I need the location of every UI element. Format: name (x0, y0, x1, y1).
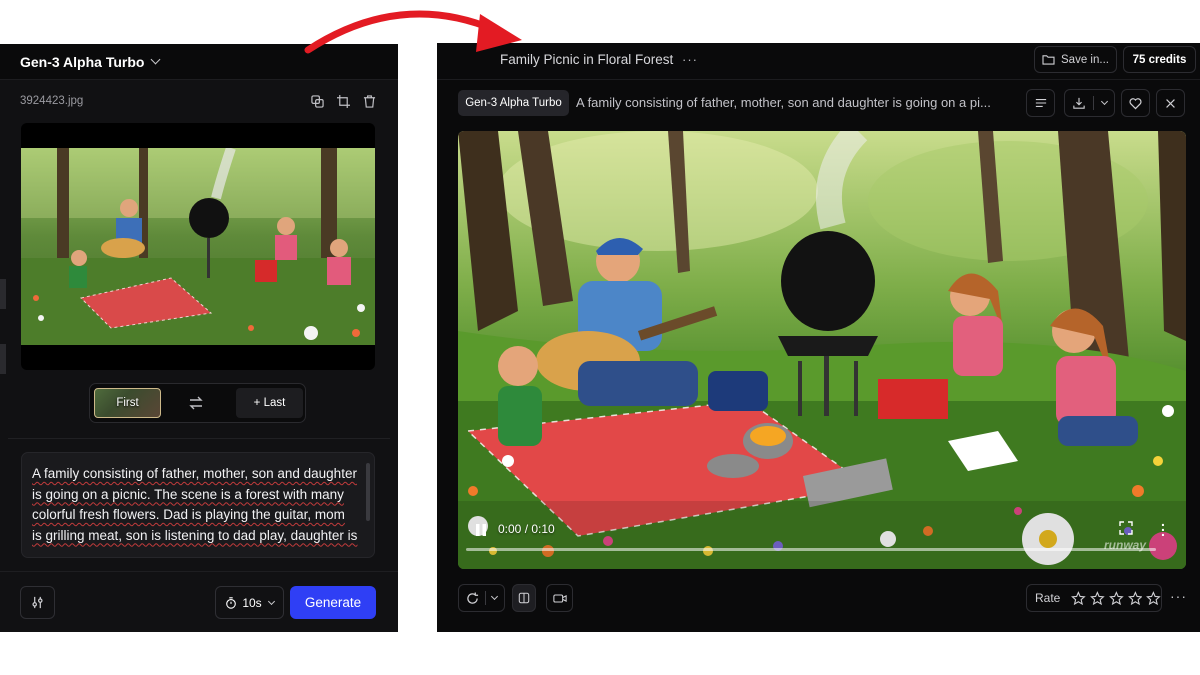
left-generation-panel: Gen-3 Alpha Turbo 3924423.jpg First + La… (0, 44, 398, 632)
save-in-button[interactable]: Save in... (1034, 46, 1117, 73)
video-time: 0:00 / 0:10 (498, 522, 555, 536)
chevron-down-icon (1100, 97, 1108, 106)
video-camera-button[interactable] (546, 584, 573, 612)
rating-control: Rate (1026, 584, 1162, 612)
model-title: Gen-3 Alpha Turbo (20, 53, 145, 70)
regenerate-button[interactable] (458, 584, 505, 612)
video-player[interactable]: 0:00 / 0:10 ... runway (458, 131, 1186, 569)
page: Gen-3 Alpha Turbo 3924423.jpg First + La… (0, 0, 1200, 675)
chevron-down-icon (267, 597, 275, 605)
prompt-preview[interactable]: A family consisting of father, mother, s… (576, 95, 1012, 110)
divider (0, 571, 398, 572)
star-icon[interactable] (1146, 590, 1161, 606)
model-chip: Gen-3 Alpha Turbo (458, 90, 569, 116)
video-progress-bar[interactable] (466, 548, 1156, 551)
download-button[interactable] (1064, 89, 1115, 117)
prompt-scrollbar[interactable] (366, 463, 370, 521)
crop-icon[interactable] (337, 94, 350, 108)
rate-label: Rate (1035, 591, 1061, 605)
right-result-panel: Family Picnic in Floral Forest ··· Save … (437, 43, 1200, 632)
list-icon (1035, 99, 1046, 107)
pause-icon[interactable] (474, 523, 488, 537)
first-last-frame-toggle: First + Last (89, 383, 306, 423)
duration-label: 10s (242, 595, 262, 610)
chevron-down-icon (490, 592, 499, 601)
folder-icon (1042, 55, 1055, 65)
chevron-down-icon (151, 54, 161, 65)
duration-selector[interactable]: 10s (215, 586, 284, 619)
close-icon (1166, 98, 1175, 108)
prompt-textarea[interactable]: A family consisting of father, mother, s… (21, 452, 375, 558)
title-menu-icon[interactable]: ··· (682, 52, 698, 67)
compare-button[interactable] (512, 584, 536, 612)
video-frame (458, 131, 1186, 569)
panel-edge-marker (0, 279, 6, 309)
add-last-frame-button[interactable]: + Last (236, 388, 303, 418)
favorite-button[interactable] (1121, 89, 1150, 117)
split-view-icon (518, 592, 530, 604)
input-image-frame[interactable] (21, 123, 375, 370)
settings-button[interactable] (20, 586, 55, 619)
prompt-text: A family consisting of father, mother, s… (32, 466, 358, 543)
trash-icon[interactable] (363, 94, 376, 108)
copy-icon[interactable] (311, 94, 324, 108)
file-row: 3924423.jpg (20, 94, 376, 108)
download-icon (1072, 97, 1085, 109)
file-name: 3924423.jpg (20, 95, 84, 107)
generate-button[interactable]: Generate (290, 586, 376, 619)
more-options-icon[interactable]: ··· (1170, 588, 1187, 604)
divider (8, 438, 390, 439)
heart-icon (1129, 97, 1142, 109)
timer-icon (226, 596, 237, 609)
details-button[interactable] (1026, 89, 1055, 117)
fullscreen-icon[interactable] (1119, 521, 1133, 535)
divider (437, 79, 1200, 80)
first-frame-button[interactable]: First (94, 388, 161, 418)
input-image-thumbnail (21, 148, 375, 345)
video-camera-icon (552, 593, 567, 603)
first-frame-label: First (116, 397, 139, 409)
credits-badge[interactable]: 75 credits (1123, 46, 1196, 73)
close-button[interactable] (1156, 89, 1185, 117)
star-icon[interactable] (1090, 590, 1105, 606)
watermark: runway (1104, 538, 1147, 552)
star-icon[interactable] (1127, 590, 1143, 606)
panel-edge-marker (0, 344, 6, 374)
star-icon[interactable] (1108, 590, 1124, 606)
save-in-label: Save in... (1061, 53, 1109, 66)
refresh-icon (467, 591, 479, 604)
video-more-icon[interactable]: ... (1160, 514, 1166, 538)
swap-icon[interactable] (187, 395, 205, 411)
curved-arrow-icon (304, 10, 522, 54)
star-icon[interactable] (1071, 590, 1086, 606)
sliders-icon (32, 596, 43, 609)
